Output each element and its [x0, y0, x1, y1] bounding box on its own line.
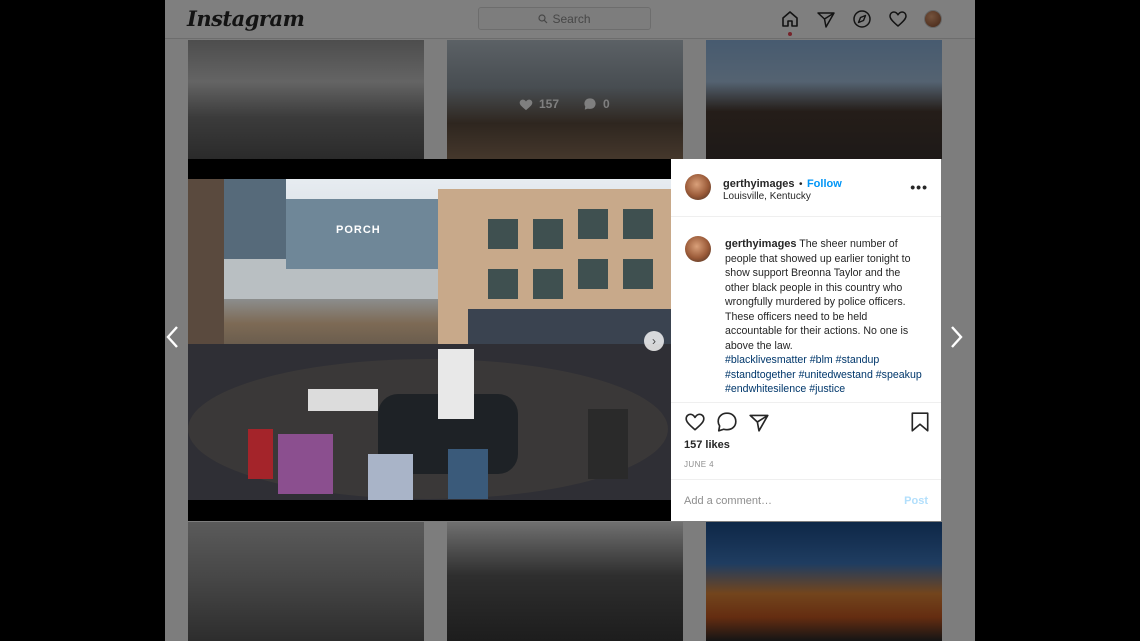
- carousel-next-button[interactable]: ›: [644, 331, 664, 351]
- comment-icon[interactable]: [716, 411, 738, 433]
- caption-username[interactable]: gerthyimages: [725, 238, 797, 250]
- post-actions: 157 likes JUNE 4 Add a comment… Post: [671, 402, 941, 522]
- more-options-icon[interactable]: •••: [910, 179, 928, 195]
- protest-photo: [188, 179, 671, 500]
- author-username[interactable]: gerthyimages: [723, 178, 795, 190]
- building-sign: PORCH: [336, 224, 381, 236]
- caption-text: The sheer number of people that showed u…: [725, 238, 911, 352]
- separator-dot: •: [798, 179, 803, 190]
- post-comment-button[interactable]: Post: [904, 495, 928, 507]
- share-icon[interactable]: [748, 411, 770, 433]
- post-location[interactable]: Louisville, Kentucky: [723, 191, 811, 202]
- likes-count[interactable]: 157 likes: [684, 439, 730, 451]
- post-header: gerthyimages • Follow Louisville, Kentuc…: [671, 159, 941, 217]
- caption-author-avatar[interactable]: [685, 236, 711, 262]
- save-icon[interactable]: [910, 411, 930, 433]
- prev-arrow-icon[interactable]: [165, 325, 179, 355]
- post-photo: PORCH ›: [188, 179, 671, 500]
- comment-box: Add a comment… Post: [671, 479, 941, 523]
- caption-hashtags[interactable]: #blacklivesmatter #blm #standup #standto…: [725, 354, 922, 395]
- screen: Instagram Search: [0, 0, 1140, 641]
- author-line: gerthyimages • Follow: [723, 174, 842, 192]
- follow-button[interactable]: Follow: [807, 178, 842, 190]
- post-date[interactable]: JUNE 4: [684, 460, 714, 469]
- author-avatar[interactable]: [685, 174, 711, 200]
- like-icon[interactable]: [684, 411, 706, 433]
- comment-input[interactable]: Add a comment…: [684, 495, 772, 507]
- next-arrow-icon[interactable]: [950, 325, 964, 355]
- post-detail-panel: gerthyimages • Follow Louisville, Kentuc…: [671, 159, 941, 521]
- post-caption: gerthyimages The sheer number of people …: [725, 237, 925, 397]
